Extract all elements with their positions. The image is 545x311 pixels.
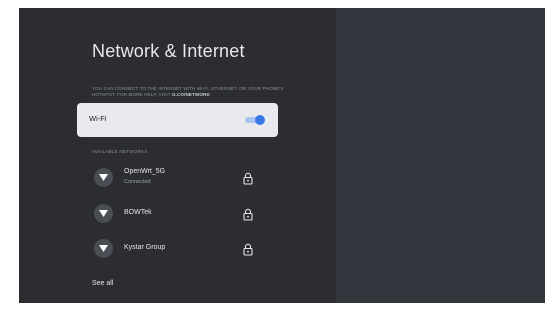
network-item-bowtek[interactable]: BOWTek	[92, 202, 278, 228]
wifi-icon	[94, 239, 113, 258]
settings-screen: Network & Internet YOU CAN CONNECT TO TH…	[19, 8, 545, 303]
wifi-toggle-row[interactable]: Wi-Fi	[77, 103, 278, 137]
lock-icon	[243, 208, 253, 221]
available-networks-heading: AVAILABLE NETWORKS	[92, 149, 148, 154]
wifi-icon	[94, 204, 113, 223]
wifi-toggle-switch[interactable]	[243, 115, 265, 125]
page-description: YOU CAN CONNECT TO THE INTERNET WITH WI-…	[92, 86, 292, 98]
page-title: Network & Internet	[92, 41, 245, 61]
network-status: Connected	[124, 179, 151, 185]
lock-icon	[243, 172, 253, 185]
network-name: BOWTek	[124, 209, 152, 216]
network-item-kystar[interactable]: Kystar Group	[92, 237, 278, 263]
network-name: Kystar Group	[124, 244, 166, 251]
wifi-label: Wi-Fi	[89, 114, 107, 123]
right-pane	[336, 8, 545, 303]
network-name: OpenWrt_5G	[124, 168, 166, 175]
settings-panel: Network & Internet YOU CAN CONNECT TO TH…	[19, 8, 336, 303]
network-item-openwrt[interactable]: OpenWrt_5G Connected	[92, 166, 278, 192]
lock-icon	[243, 243, 253, 256]
wifi-icon	[94, 168, 113, 187]
help-link[interactable]: G.CO/NETWORK	[172, 92, 210, 97]
toggle-knob	[255, 115, 265, 125]
see-all-button[interactable]: See all	[92, 280, 113, 287]
